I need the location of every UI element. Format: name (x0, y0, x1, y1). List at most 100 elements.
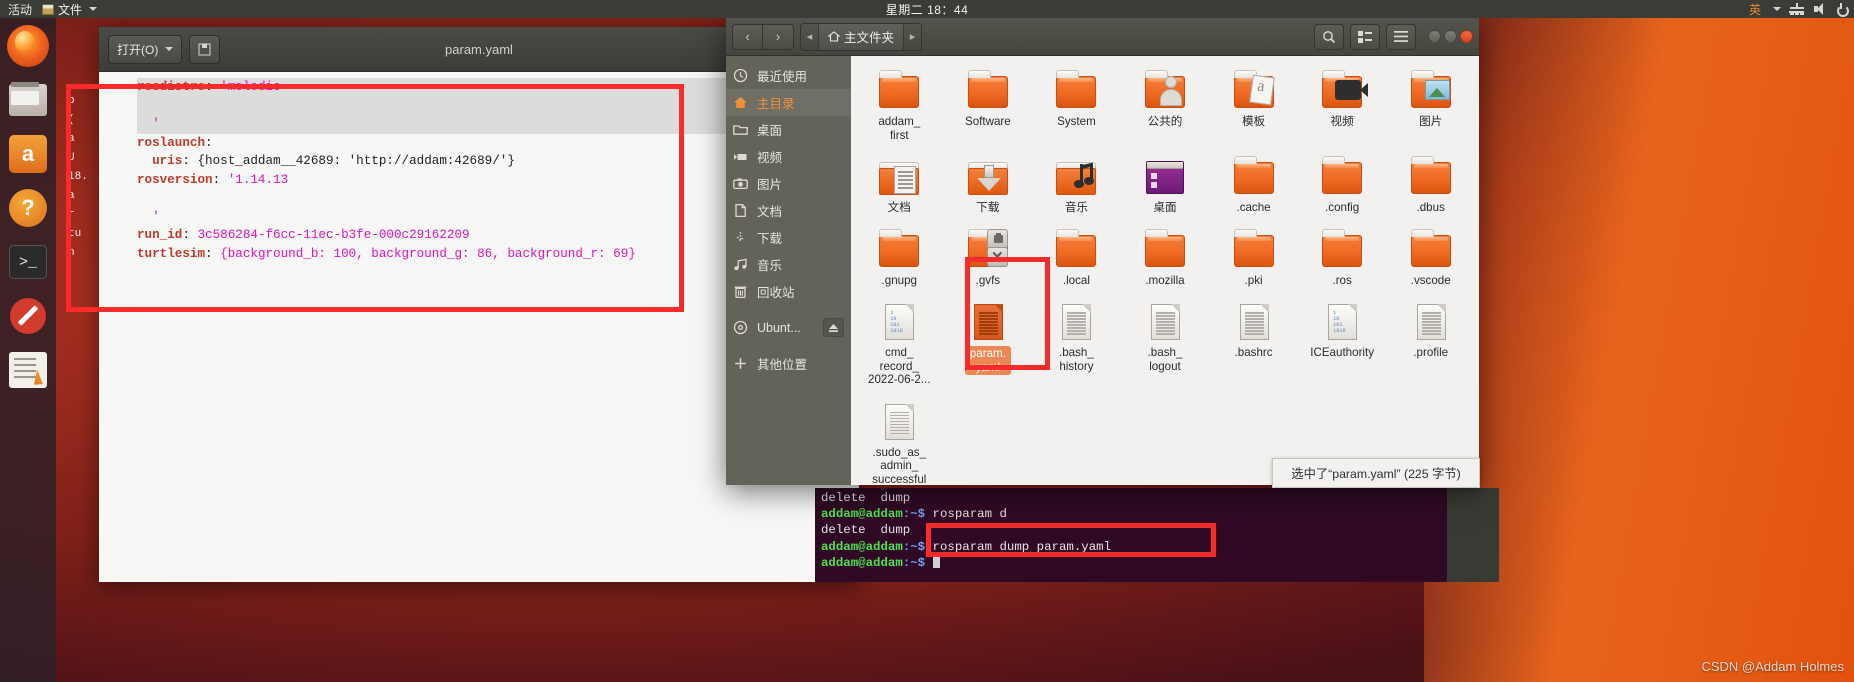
power-icon[interactable] (1836, 3, 1849, 17)
file-item[interactable]: .config (1298, 150, 1387, 223)
file-item[interactable]: 文档 (855, 150, 944, 223)
sidebar-item-0[interactable]: 最近使用 (726, 62, 851, 89)
file-item[interactable]: .dbus (1386, 150, 1475, 223)
code-token: ' (137, 209, 160, 224)
terminal-prompt: addam@addam (821, 507, 903, 522)
file-grid-area[interactable]: addam_ first Software System 公共的 模板 视频 图片文档 下载 音… (851, 56, 1479, 485)
file-item[interactable]: 视频 (1298, 64, 1387, 150)
folder-icon (1233, 228, 1274, 267)
back-button[interactable]: ‹ (732, 23, 763, 50)
folder-icon (1410, 156, 1451, 194)
sidebar-item-6[interactable]: 下载 (726, 224, 851, 251)
file-item[interactable]: 1 10 101 1010 ICEauthority (1298, 295, 1387, 395)
code-token: '1.14.13 (227, 172, 289, 187)
breadcrumb-prev-icon[interactable]: ◂ (801, 23, 818, 50)
file-grid: addam_ first Software System 公共的 模板 视频 图片文档 下载 音… (851, 56, 1479, 485)
music-overlay-icon (1070, 162, 1095, 192)
file-name: .local (1062, 273, 1090, 287)
file-item[interactable]: param. yaml (944, 295, 1033, 395)
sidebar-item-5[interactable]: 文档 (726, 197, 851, 224)
maximize-button[interactable] (1444, 30, 1457, 43)
file-icon (1231, 228, 1277, 271)
folder-icon (1233, 156, 1274, 194)
open-button[interactable]: 打开(O) (108, 34, 183, 64)
file-item[interactable]: .mozilla (1121, 223, 1210, 296)
file-item[interactable]: 图片 (1386, 64, 1475, 150)
file-name: 下载 (976, 201, 1000, 214)
launcher-item-settings[interactable] (6, 294, 50, 338)
volume-icon[interactable] (1813, 3, 1827, 15)
sidebar-item-9[interactable]: Ubunt... (726, 314, 851, 341)
disc-icon (733, 320, 748, 335)
watermark: CSDN @Addam Holmes (1701, 659, 1844, 674)
plus-icon (733, 356, 748, 371)
file-item[interactable]: .sudo_as_ admin_ successful (855, 395, 944, 485)
file-item[interactable]: .local (1032, 223, 1121, 296)
terminal-window[interactable]: delete dump addam@addam:~$ rosparam d dele… (815, 488, 1447, 582)
sidebar-item-label: Ubunt... (757, 320, 801, 335)
file-item[interactable]: .bash_ history (1032, 295, 1121, 395)
file-name: .vscode (1410, 273, 1451, 287)
sidebar-item-1[interactable]: 主目录 (726, 89, 851, 116)
document-icon (1239, 304, 1269, 340)
code-token: : (182, 228, 198, 242)
file-item[interactable]: .ros (1298, 223, 1387, 296)
minimize-button[interactable] (1428, 30, 1441, 43)
template-overlay-icon (1248, 74, 1275, 106)
launcher-item-help[interactable]: ? (6, 186, 50, 230)
terminal-prompt: addam@addam (821, 555, 903, 570)
sidebar-item-10[interactable]: 其他位置 (726, 350, 851, 377)
file-icon (1142, 301, 1188, 343)
sidebar-item-7[interactable]: 音乐 (726, 251, 851, 278)
network-icon[interactable] (1790, 3, 1804, 15)
file-name: 图片 (1419, 115, 1443, 128)
file-item[interactable]: 桌面 (1121, 150, 1210, 223)
file-item[interactable]: System (1032, 64, 1121, 150)
file-item[interactable]: 公共的 (1121, 64, 1210, 150)
file-item[interactable]: .bashrc (1209, 295, 1298, 395)
file-icon (965, 301, 1011, 343)
sidebar-item-label: 图片 (757, 178, 783, 192)
sidebar-item-4[interactable]: 图片 (726, 170, 851, 197)
file-item[interactable]: 1 10 101 1010 cmd_ record_ 2022-06-2... (855, 295, 944, 395)
launcher-item-amazon[interactable]: a (6, 132, 50, 176)
breadcrumb-item-home[interactable]: 主文件夹 (818, 23, 905, 50)
launcher-item-text-editor[interactable] (6, 348, 50, 392)
hamburger-menu-icon[interactable] (1386, 23, 1416, 50)
file-name: cmd_ record_ 2022-06-2... (868, 346, 931, 386)
file-name: .mozilla (1145, 273, 1185, 287)
file-item[interactable]: .bash_ logout (1121, 295, 1210, 395)
file-name: .config (1325, 201, 1360, 214)
file-item[interactable]: 模板 (1209, 64, 1298, 150)
view-options-icon[interactable] (1350, 23, 1380, 50)
sidebar-item-8[interactable]: 回收站 (726, 278, 851, 305)
eject-icon[interactable] (823, 318, 844, 337)
document-icon (733, 203, 748, 218)
search-icon[interactable] (1314, 23, 1344, 50)
launcher-item-files[interactable] (6, 78, 50, 122)
file-name: 公共的 (1147, 115, 1183, 128)
background-text-line: U (68, 152, 75, 164)
launcher-item-terminal[interactable]: >_ (6, 240, 50, 284)
file-item[interactable]: .profile (1386, 295, 1475, 395)
file-item[interactable]: ✕ .gvfs (944, 223, 1033, 296)
background-terminal-text: b(a U 18. a r tu n (68, 92, 98, 263)
file-item[interactable]: .pki (1209, 223, 1298, 296)
clock[interactable]: 星期二 18：44 (0, 1, 1854, 18)
new-tab-button[interactable] (189, 34, 221, 64)
breadcrumb-next-icon[interactable]: ▸ (904, 23, 922, 50)
close-button[interactable] (1460, 30, 1473, 43)
file-item[interactable]: Software (944, 64, 1033, 150)
file-item[interactable]: .cache (1209, 150, 1298, 223)
launcher-item-firefox[interactable] (6, 24, 50, 68)
sidebar: 最近使用 主目录 桌面 视频图片文档 下载 音乐 回收站 Ubunt... 其他位置 (726, 56, 851, 485)
file-item[interactable]: addam_ first (855, 64, 944, 150)
file-item[interactable]: 音乐 (1032, 150, 1121, 223)
file-item[interactable]: .vscode (1386, 223, 1475, 296)
file-item[interactable]: .gnupg (855, 223, 944, 296)
forward-button[interactable]: › (763, 23, 794, 50)
file-item[interactable]: 下载 (944, 150, 1033, 223)
sidebar-item-3[interactable]: 视频 (726, 143, 851, 170)
folder-icon (967, 70, 1008, 108)
sidebar-item-2[interactable]: 桌面 (726, 116, 851, 143)
